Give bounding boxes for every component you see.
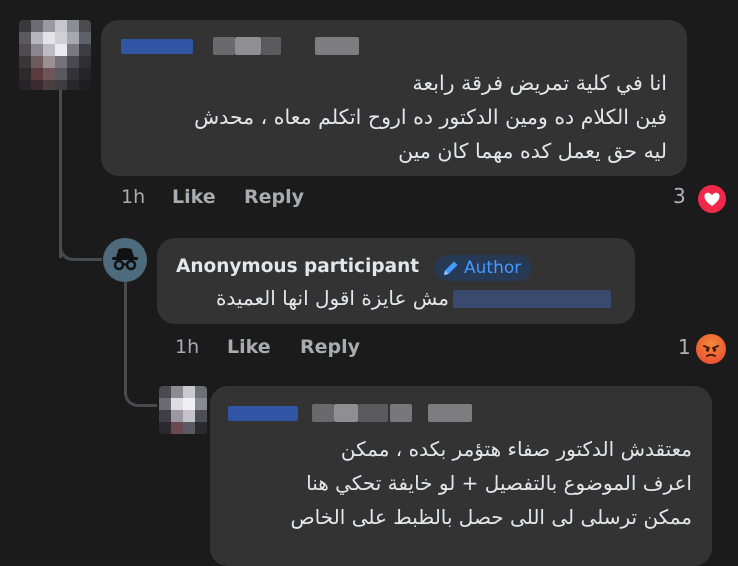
comment-author-name[interactable]: Anonymous participant xyxy=(176,256,419,277)
like-button[interactable]: Like xyxy=(172,186,216,208)
comment-text: مش عايزة اقول انها العميدة xyxy=(215,286,449,310)
anonymous-avatar[interactable] xyxy=(103,238,147,282)
author-badge: Author xyxy=(435,255,532,281)
redacted-name xyxy=(390,404,412,422)
incognito-icon xyxy=(112,248,138,271)
redacted-name xyxy=(358,404,388,422)
reply-button[interactable]: Reply xyxy=(300,336,360,358)
reply-button[interactable]: Reply xyxy=(244,186,304,208)
comment-bubble: معتقدش الدكتور صفاء هتؤمر بكده ، ممكن اع… xyxy=(210,386,712,566)
redacted-name xyxy=(213,37,235,55)
author-badge-label: Author xyxy=(464,258,522,278)
redacted-name xyxy=(121,39,193,54)
thread-elbow-reply xyxy=(124,362,157,407)
thread-elbow xyxy=(59,225,102,261)
redacted-text xyxy=(453,290,611,308)
reaction-count[interactable]: 3 xyxy=(673,184,686,208)
redacted-name xyxy=(235,37,261,55)
comment-text: معتقدش الدكتور صفاء هتؤمر بكده ، ممكن اع… xyxy=(290,437,693,529)
redacted-name xyxy=(312,404,334,422)
like-button[interactable]: Like xyxy=(227,336,271,358)
redacted-name xyxy=(228,406,298,421)
comment-timestamp[interactable]: 1h xyxy=(175,336,199,358)
avatar[interactable] xyxy=(159,386,207,434)
redacted-name xyxy=(334,404,358,422)
comment-bubble: انا في كلية تمريض فرقة رابعة فين الكلام … xyxy=(101,20,687,176)
angry-face-icon[interactable] xyxy=(694,332,728,366)
love-heart-icon[interactable] xyxy=(696,183,728,215)
comment-text: انا في كلية تمريض فرقة رابعة فين الكلام … xyxy=(194,71,667,163)
redacted-name xyxy=(315,37,359,55)
avatar[interactable] xyxy=(19,20,91,90)
reaction-count[interactable]: 1 xyxy=(678,335,691,359)
comment-timestamp[interactable]: 1h xyxy=(121,186,145,208)
pencil-icon xyxy=(444,261,458,275)
comment-bubble-author: Anonymous participant Author مش عايزة اق… xyxy=(157,238,635,324)
redacted-name xyxy=(428,404,472,422)
redacted-name xyxy=(261,37,281,55)
